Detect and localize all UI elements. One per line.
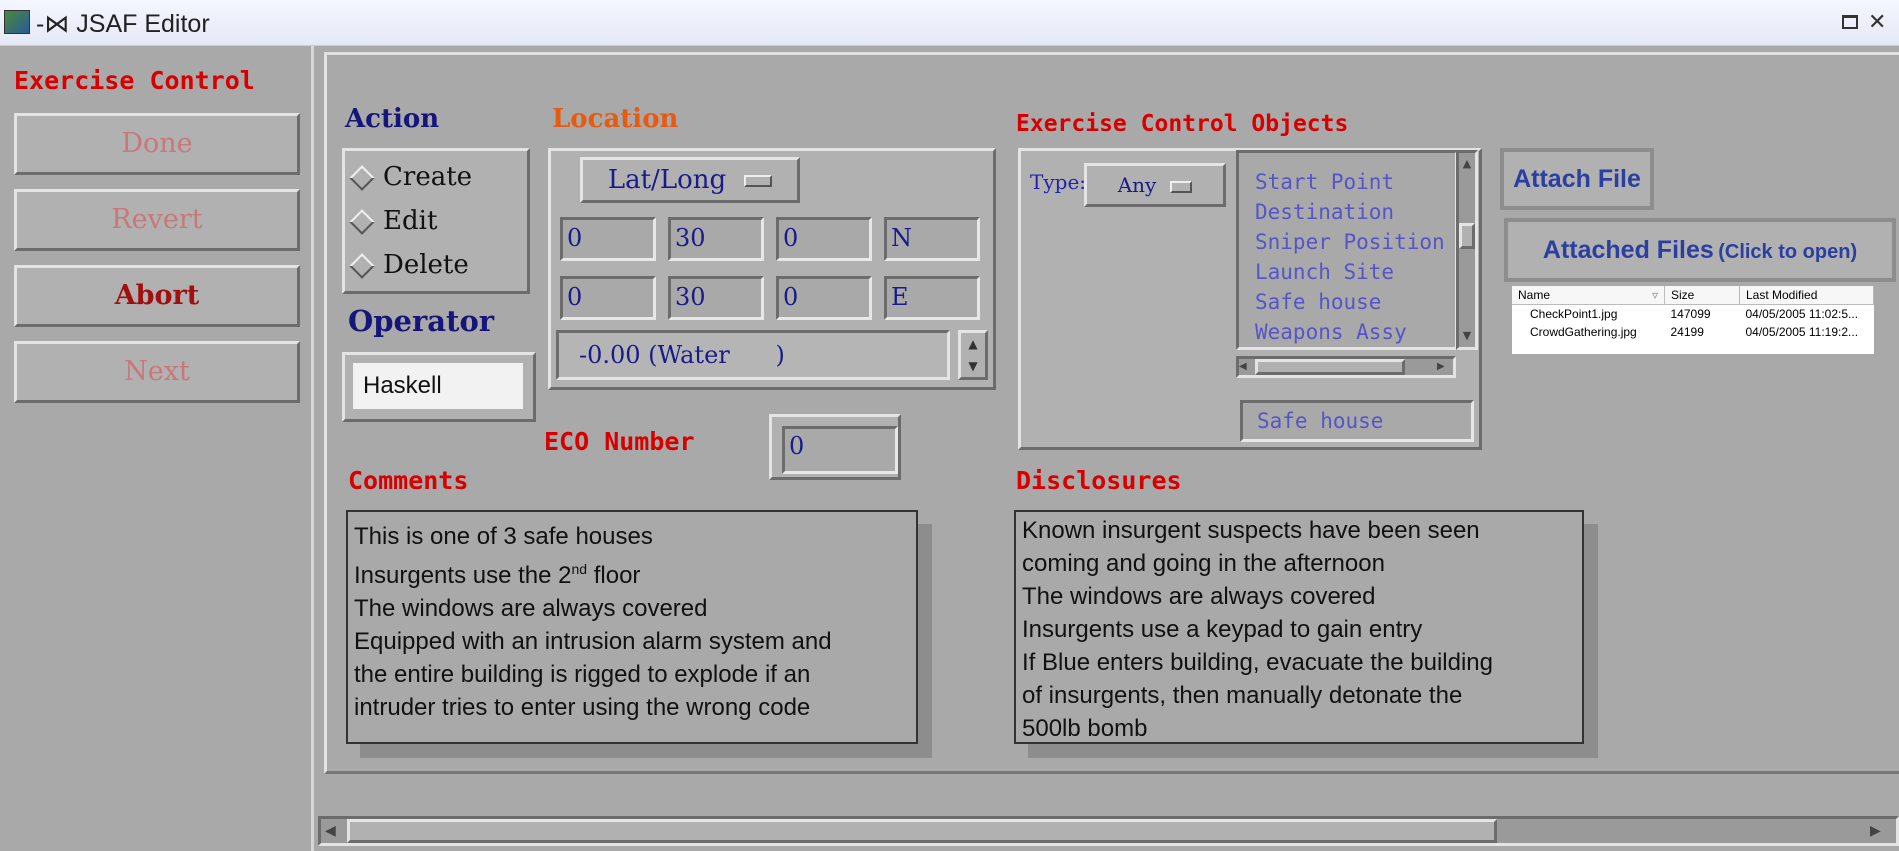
disclosure-line: Insurgents use a keypad to gain entry	[1022, 616, 1423, 643]
scroll-down-icon[interactable]: ▼	[1459, 325, 1475, 347]
comments-textbox[interactable]: This is one of 3 safe houses Insurgents …	[346, 510, 918, 744]
eco-number-field[interactable]: 0	[782, 426, 898, 474]
list-item[interactable]: Sniper Position	[1255, 227, 1455, 257]
comment-line: The windows are always covered	[354, 595, 708, 622]
comment-line: Insurgents use the 2nd floor	[354, 561, 641, 589]
main-hscrollbar[interactable]: ◀ ▶	[318, 816, 1899, 846]
file-size: 24199	[1670, 325, 1704, 339]
scroll-right-icon[interactable]: ▶	[1437, 359, 1451, 375]
window-title-bar: -⋈ JSAF Editor ✕	[0, 0, 1899, 46]
list-item[interactable]: Destination	[1255, 197, 1455, 227]
long-hemisphere-field[interactable]: E	[884, 276, 980, 320]
file-modified: 04/05/2005 11:19:2...	[1745, 325, 1859, 339]
scroll-thumb[interactable]	[347, 819, 1497, 843]
table-header-row: Name ▿ Size Last Modified	[1512, 286, 1874, 305]
list-item[interactable]: Safe house	[1255, 287, 1455, 317]
comment-line: the entire building is rigged to explode…	[354, 661, 811, 688]
abort-button[interactable]: Abort	[14, 265, 300, 327]
radio-indicator	[349, 209, 375, 235]
action-label: Action	[345, 104, 440, 134]
objects-list[interactable]: Start Point Destination Sniper Position …	[1236, 150, 1458, 350]
disclosure-line: 500lb bomb	[1022, 715, 1148, 742]
comment-line: This is one of 3 safe houses	[354, 523, 653, 550]
menu-indicator-icon	[744, 175, 773, 187]
operator-label: Operator	[348, 304, 495, 338]
lat-hemisphere-field[interactable]: N	[884, 217, 980, 261]
lat-seconds-field[interactable]: 0	[776, 217, 872, 261]
radio-indicator	[349, 165, 375, 191]
radio-indicator	[349, 253, 375, 279]
app-icon	[4, 10, 30, 34]
column-header-name[interactable]: Name ▿	[1512, 286, 1665, 305]
column-header-size[interactable]: Size	[1664, 286, 1740, 305]
long-seconds-field[interactable]: 0	[776, 276, 872, 320]
attach-file-button[interactable]: Attach File	[1500, 148, 1654, 210]
disclosure-line: If Blue enters building, evacuate the bu…	[1022, 649, 1493, 676]
scroll-up-icon[interactable]: ▲	[1459, 153, 1475, 175]
radio-delete[interactable]: Delete	[345, 243, 527, 287]
disclosures-label: Disclosures	[1016, 466, 1182, 495]
window-title: -⋈ JSAF Editor	[36, 10, 210, 38]
table-row[interactable]: CheckPoint1.jpg 147099 04/05/2005 11:02:…	[1512, 305, 1874, 324]
attached-files-table: Name ▿ Size Last Modified CheckPoint1.jpg…	[1512, 286, 1874, 354]
comments-label: Comments	[348, 466, 469, 495]
long-minutes-field[interactable]: 30	[668, 276, 764, 320]
selected-object-field[interactable]: Safe house	[1240, 400, 1474, 442]
scroll-thumb[interactable]	[1459, 223, 1475, 249]
file-modified: 04/05/2005 11:02:5...	[1745, 307, 1859, 321]
comment-line: intruder tries to enter using the wrong …	[354, 694, 811, 721]
disclosure-line: Known insurgent suspects have been seen	[1022, 517, 1480, 544]
table-row[interactable]: CrowdGathering.jpg 24199 04/05/2005 11:1…	[1512, 323, 1874, 341]
attached-files-button[interactable]: Attached Files (Click to open)	[1504, 218, 1896, 282]
spinner-up-icon[interactable]: ▲	[961, 333, 985, 355]
type-label: Type:	[1030, 170, 1087, 194]
objects-list-vscrollbar[interactable]: ▲ ▼	[1456, 150, 1478, 350]
operator-field-frame: Haskell	[342, 352, 536, 422]
eco-number-frame: 0	[769, 414, 901, 480]
operator-field[interactable]: Haskell	[353, 363, 523, 409]
lat-minutes-field[interactable]: 30	[668, 217, 764, 261]
list-item[interactable]: Launch Site	[1255, 257, 1455, 287]
list-item[interactable]: Weapons Assy	[1255, 317, 1455, 347]
disclosure-line: of insurgents, then manually detonate th…	[1022, 682, 1463, 709]
exercise-control-heading: Exercise Control	[14, 66, 255, 95]
scroll-right-icon[interactable]: ▶	[1870, 819, 1890, 843]
location-mode-menu[interactable]: Lat/Long	[580, 157, 800, 203]
scroll-thumb[interactable]	[1255, 359, 1405, 375]
radio-create[interactable]: Create	[345, 155, 527, 199]
exercise-control-panel: Exercise Control Done Revert Abort Next	[0, 46, 314, 851]
sort-icon: ▿	[1651, 288, 1658, 302]
maximize-icon[interactable]	[1842, 15, 1858, 29]
disclosures-textbox[interactable]: Known insurgent suspects have been seen …	[1014, 510, 1584, 744]
file-name: CheckPoint1.jpg	[1530, 307, 1618, 321]
objects-list-hscrollbar[interactable]: ◀ ▶	[1236, 356, 1456, 378]
elevation-field[interactable]: -0.00 (Water )	[556, 330, 950, 380]
disclosure-line: coming and going in the afternoon	[1022, 550, 1385, 577]
comment-line: Equipped with an intrusion alarm system …	[354, 628, 832, 655]
done-button[interactable]: Done	[14, 113, 300, 175]
lat-degrees-field[interactable]: 0	[560, 217, 656, 261]
scroll-left-icon[interactable]: ◀	[325, 819, 345, 843]
long-degrees-field[interactable]: 0	[560, 276, 656, 320]
column-header-modified[interactable]: Last Modified	[1739, 286, 1874, 305]
location-label: Location	[552, 104, 679, 134]
next-button[interactable]: Next	[14, 341, 300, 403]
scroll-left-icon[interactable]: ◀	[1239, 359, 1253, 375]
disclosure-line: The windows are always covered	[1022, 583, 1376, 610]
list-item[interactable]: Start Point	[1255, 167, 1455, 197]
revert-button[interactable]: Revert	[14, 189, 300, 251]
spinner-down-icon[interactable]: ▼	[961, 355, 985, 377]
file-name: CrowdGathering.jpg	[1530, 325, 1637, 339]
elevation-spinner[interactable]: ▲ ▼	[958, 330, 988, 380]
exercise-control-objects-label: Exercise Control Objects	[1016, 111, 1349, 137]
action-radio-group: Create Edit Delete	[342, 148, 530, 294]
eco-number-label: ECO Number	[544, 427, 695, 456]
file-size: 147099	[1670, 307, 1711, 321]
radio-edit[interactable]: Edit	[345, 199, 527, 243]
close-icon[interactable]: ✕	[1868, 6, 1892, 38]
type-menu[interactable]: Any	[1084, 163, 1226, 207]
menu-indicator-icon	[1170, 180, 1193, 193]
